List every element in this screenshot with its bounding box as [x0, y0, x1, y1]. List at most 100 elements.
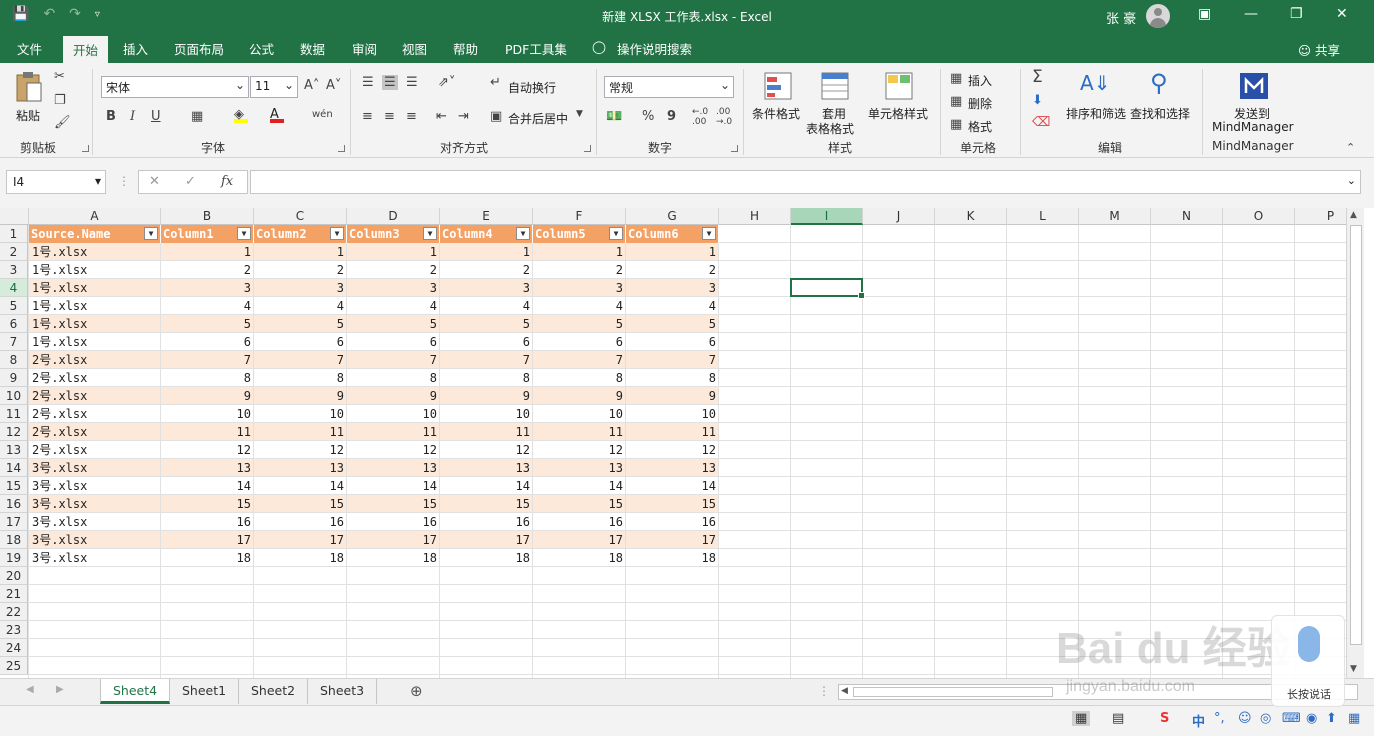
fill-color-icon[interactable]: ◈: [234, 107, 248, 123]
table-cell[interactable]: 11: [626, 423, 719, 441]
table-cell[interactable]: 5: [254, 315, 347, 333]
table-cell[interactable]: 13: [161, 459, 254, 477]
table-cell[interactable]: 14: [533, 477, 626, 495]
column-header[interactable]: B: [161, 208, 254, 225]
table-cell[interactable]: 16: [626, 513, 719, 531]
table-cell[interactable]: 1号.xlsx: [29, 243, 161, 261]
merge-center-icon[interactable]: ▣: [490, 109, 502, 124]
sheet-tab-sheet4[interactable]: Sheet4: [100, 679, 171, 704]
table-cell[interactable]: 14: [347, 477, 440, 495]
table-cell[interactable]: 3: [440, 279, 533, 297]
tab-insert[interactable]: 插入: [123, 39, 148, 58]
currency-icon[interactable]: 💵: [606, 109, 622, 124]
table-cell[interactable]: 15: [440, 495, 533, 513]
table-header-cell[interactable]: Column2 ▼: [254, 225, 347, 243]
tab-file[interactable]: 文件: [17, 39, 42, 58]
format-painter-icon[interactable]: 🖌: [54, 115, 71, 130]
row-header[interactable]: 22: [0, 603, 28, 621]
table-cell[interactable]: 15: [347, 495, 440, 513]
table-cell[interactable]: 1号.xlsx: [29, 297, 161, 315]
table-cell[interactable]: 9: [347, 387, 440, 405]
tell-me-search[interactable]: 操作说明搜索: [617, 39, 692, 58]
table-cell[interactable]: 8: [440, 369, 533, 387]
table-cell[interactable]: 7: [533, 351, 626, 369]
table-cell[interactable]: 12: [440, 441, 533, 459]
table-cell[interactable]: 1: [161, 243, 254, 261]
table-cell[interactable]: 3号.xlsx: [29, 495, 161, 513]
filter-dropdown-icon[interactable]: ▼: [237, 227, 251, 240]
table-cell[interactable]: 6: [347, 333, 440, 351]
row-header[interactable]: 14: [0, 459, 28, 477]
column-header[interactable]: M: [1079, 208, 1151, 225]
table-cell[interactable]: 17: [347, 531, 440, 549]
minimize-icon[interactable]: —: [1244, 6, 1258, 22]
tab-pdf-tools[interactable]: PDF工具集: [505, 39, 567, 58]
table-cell[interactable]: 10: [440, 405, 533, 423]
punctuation-icon[interactable]: °,: [1214, 711, 1225, 726]
row-header[interactable]: 6: [0, 315, 28, 333]
table-cell[interactable]: 17: [626, 531, 719, 549]
table-cell[interactable]: 8: [533, 369, 626, 387]
decrease-font-icon[interactable]: A˅: [326, 78, 341, 93]
row-header[interactable]: 25: [0, 657, 28, 675]
table-cell[interactable]: 7: [254, 351, 347, 369]
table-cell[interactable]: 1号.xlsx: [29, 333, 161, 351]
table-cell[interactable]: 3: [254, 279, 347, 297]
border-icon[interactable]: ▦: [191, 109, 203, 124]
table-cell[interactable]: 18: [347, 549, 440, 567]
table-cell[interactable]: 12: [347, 441, 440, 459]
table-cell[interactable]: 4: [626, 297, 719, 315]
table-cell[interactable]: 2号.xlsx: [29, 369, 161, 387]
name-box[interactable]: I4 ▾: [6, 170, 106, 194]
font-color-icon[interactable]: A: [270, 107, 284, 123]
column-header[interactable]: E: [440, 208, 533, 225]
paste-button[interactable]: 粘贴: [10, 69, 48, 133]
sheet-tab-sheet2[interactable]: Sheet2: [239, 679, 309, 704]
table-cell[interactable]: 1: [347, 243, 440, 261]
insert-cells-button[interactable]: 插入: [968, 72, 992, 89]
table-cell[interactable]: 10: [347, 405, 440, 423]
table-cell[interactable]: 9: [440, 387, 533, 405]
delete-cells-icon[interactable]: ▦: [950, 94, 962, 109]
row-header[interactable]: 8: [0, 351, 28, 369]
ribbon-display-icon[interactable]: ▣: [1198, 6, 1211, 22]
row-header[interactable]: 11: [0, 405, 28, 423]
table-cell[interactable]: 18: [440, 549, 533, 567]
enter-icon[interactable]: ✓: [185, 174, 196, 189]
table-cell[interactable]: 4: [347, 297, 440, 315]
row-header[interactable]: 3: [0, 261, 28, 279]
table-cell[interactable]: 3: [161, 279, 254, 297]
table-cell[interactable]: 15: [533, 495, 626, 513]
table-cell[interactable]: 3: [347, 279, 440, 297]
row-header[interactable]: 20: [0, 567, 28, 585]
conditional-format-button[interactable]: 条件格式: [750, 69, 806, 135]
table-cell[interactable]: 18: [254, 549, 347, 567]
vertical-scrollbar[interactable]: ▲ ▼: [1346, 208, 1364, 678]
column-header[interactable]: P: [1295, 208, 1346, 225]
skin-icon[interactable]: ◉: [1306, 711, 1317, 726]
horizontal-scroll-thumb[interactable]: [853, 687, 1053, 697]
vertical-scroll-thumb[interactable]: [1350, 225, 1362, 645]
sort-filter-button[interactable]: A⇓ 排序和筛选: [1066, 69, 1128, 135]
avatar[interactable]: [1146, 4, 1170, 28]
share-button[interactable]: ☺ 共享: [1298, 40, 1340, 59]
column-header[interactable]: C: [254, 208, 347, 225]
table-cell[interactable]: 1: [254, 243, 347, 261]
merge-center-button[interactable]: 合并后居中: [508, 110, 568, 127]
scroll-up-icon[interactable]: ▲: [1350, 210, 1357, 220]
table-cell[interactable]: 4: [533, 297, 626, 315]
table-cell[interactable]: 16: [347, 513, 440, 531]
number-launcher-icon[interactable]: [731, 145, 738, 152]
row-header[interactable]: 7: [0, 333, 28, 351]
table-cell[interactable]: 15: [161, 495, 254, 513]
filter-dropdown-icon[interactable]: ▼: [516, 227, 530, 240]
row-header[interactable]: 17: [0, 513, 28, 531]
column-header[interactable]: O: [1223, 208, 1295, 225]
tab-view[interactable]: 视图: [402, 39, 427, 58]
keyboard-icon[interactable]: ⌨: [1282, 711, 1301, 726]
emoji-icon[interactable]: ☺: [1238, 711, 1252, 726]
table-cell[interactable]: 17: [533, 531, 626, 549]
table-cell[interactable]: 2号.xlsx: [29, 423, 161, 441]
underline-button[interactable]: U: [151, 109, 161, 124]
table-cell[interactable]: 15: [626, 495, 719, 513]
